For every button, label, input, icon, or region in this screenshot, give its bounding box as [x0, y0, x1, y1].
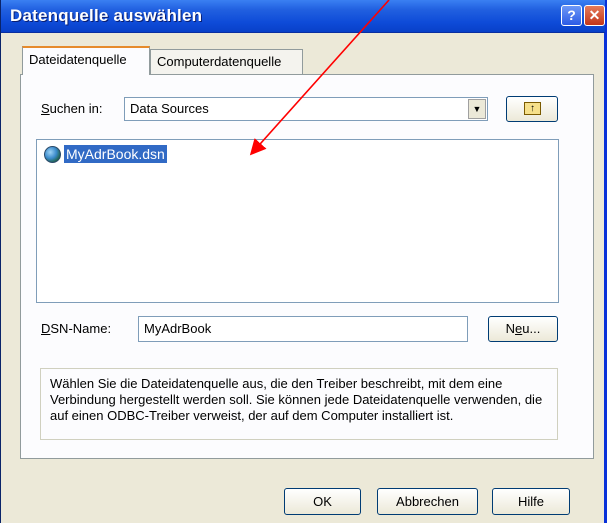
cancel-button[interactable]: Abbrechen: [377, 488, 478, 515]
dropdown-arrow-icon[interactable]: ▼: [468, 99, 486, 119]
title-bar[interactable]: Datenquelle auswählen ? ✕: [1, 0, 605, 33]
lookin-label: Suchen in:: [41, 101, 103, 116]
dsn-globe-icon: [44, 146, 61, 163]
close-title-button[interactable]: ✕: [584, 5, 605, 26]
help-button[interactable]: Hilfe: [492, 488, 570, 515]
tab-computerdatenquelle[interactable]: Computerdatenquelle: [150, 49, 303, 76]
help-title-button[interactable]: ?: [561, 5, 582, 26]
window-title: Datenquelle auswählen: [10, 6, 203, 25]
description-box: Wählen Sie die Dateidatenquelle aus, die…: [40, 368, 558, 440]
tab-dateidatenquelle[interactable]: Dateidatenquelle: [22, 46, 150, 75]
file-list[interactable]: MyAdrBook.dsn: [36, 139, 559, 303]
lookin-value: Data Sources: [130, 101, 209, 116]
new-button[interactable]: Neu...: [488, 316, 558, 342]
description-text: Wählen Sie die Dateidatenquelle aus, die…: [50, 376, 543, 423]
dialog-window: Datenquelle auswählen ? ✕ Dateidatenquel…: [0, 0, 607, 523]
folder-up-icon: ↑: [524, 102, 541, 115]
ok-button[interactable]: OK: [284, 488, 361, 515]
file-name: MyAdrBook.dsn: [64, 145, 167, 163]
dsn-name-input[interactable]: MyAdrBook: [138, 316, 468, 342]
dsn-name-label: DSN-Name:: [41, 321, 112, 336]
lookin-dropdown[interactable]: Data Sources ▼: [124, 97, 488, 121]
up-one-level-button[interactable]: ↑: [506, 96, 558, 122]
